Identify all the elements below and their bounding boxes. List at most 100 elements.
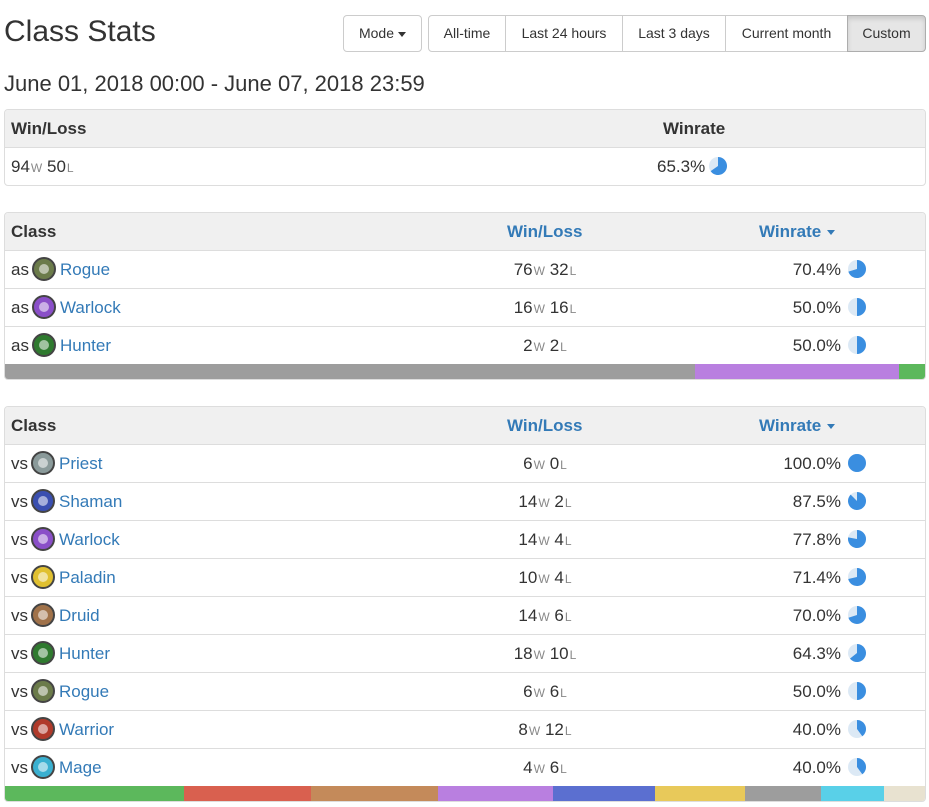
row-winrate: 100.0%: [783, 454, 841, 473]
winrate-pie-wrap: [844, 327, 867, 364]
row-wins: 6: [523, 682, 533, 701]
table-row: as Rogue 76W 32L 70.4%: [5, 250, 925, 288]
as-class-distribution-bar: [5, 364, 925, 379]
row-wins: 8: [518, 720, 528, 739]
distribution-segment: [438, 786, 554, 801]
table-row: as Hunter 2W 2L 50.0%: [5, 326, 925, 364]
table-row: vs Paladin 10W 4L 71.4%: [5, 558, 925, 596]
winrate-pie-icon: [848, 298, 866, 317]
winloss-cell: 2W 2L: [5, 327, 925, 366]
range-last-3-days-button[interactable]: Last 3 days: [622, 15, 726, 52]
row-winrate: 77.8%: [792, 530, 841, 549]
row-wins: 18: [513, 644, 533, 663]
summary-row: 94W 50L 65.3%: [5, 147, 925, 185]
range-custom-button[interactable]: Custom: [847, 15, 926, 52]
summary-panel: Win/Loss Winrate 94W 50L 65.3%: [4, 109, 926, 186]
winrate-pie-icon: [848, 530, 867, 549]
distribution-segment: [899, 364, 925, 379]
mode-dropdown-button[interactable]: Mode: [343, 15, 422, 52]
winrate-pie-wrap: [844, 673, 867, 710]
range-current-month-button[interactable]: Current month: [725, 15, 848, 52]
loss-suffix: L: [564, 534, 572, 548]
winloss-cell: 14W 4L: [5, 521, 925, 560]
summary-winrate-value: 65.3%: [657, 148, 728, 185]
winloss-cell: 14W 6L: [5, 597, 925, 636]
winloss-cell: 14W 2L: [5, 483, 925, 522]
range-last-24-hours-button[interactable]: Last 24 hours: [505, 15, 623, 52]
row-wins: 2: [523, 336, 533, 355]
winrate-cell: 70.0%: [793, 597, 841, 634]
winloss-cell: 10W 4L: [5, 559, 925, 598]
distribution-segment: [5, 364, 695, 379]
date-range-label: June 01, 2018 00:00 - June 07, 2018 23:5…: [4, 71, 425, 96]
vs-class-distribution-bar: [5, 786, 925, 801]
win-suffix: W: [528, 724, 541, 738]
as-winloss-sort[interactable]: Win/Loss: [507, 213, 582, 250]
win-suffix: W: [30, 161, 43, 175]
loss-suffix: L: [564, 496, 572, 510]
row-winrate: 87.5%: [792, 492, 841, 511]
loss-suffix: L: [560, 762, 567, 776]
winrate-cell: 77.8%: [793, 521, 841, 558]
table-row: vs Hunter 18W 10L 64.3%: [5, 634, 925, 672]
win-suffix: W: [533, 686, 545, 700]
winloss-cell: 4W 6L: [5, 749, 925, 788]
summary-losses: 50: [46, 157, 66, 176]
table-row: vs Warlock 14W 4L 77.8%: [5, 520, 925, 558]
row-losses: 32: [549, 260, 569, 279]
winrate-pie-icon: [848, 568, 867, 587]
loss-suffix: L: [560, 340, 567, 354]
table-row: vs Priest 6W 0L 100.0%: [5, 444, 925, 482]
winrate-pie-icon: [848, 336, 866, 355]
winrate-cell: 40.0%: [793, 711, 841, 748]
row-winrate: 70.4%: [792, 260, 841, 279]
row-losses: 4: [554, 568, 564, 587]
winrate-pie-icon: [848, 720, 866, 739]
table-row: vs Mage 4W 6L 40.0%: [5, 748, 925, 786]
row-winrate: 50.0%: [792, 336, 841, 355]
winrate-pie-icon: [848, 758, 866, 777]
row-winrate: 64.3%: [792, 644, 841, 663]
vs-winrate-sort[interactable]: Winrate: [759, 407, 836, 444]
row-wins: 16: [513, 298, 533, 317]
as-winrate-label: Winrate: [759, 222, 822, 241]
loss-suffix: L: [569, 302, 577, 316]
vs-winloss-sort[interactable]: Win/Loss: [507, 407, 582, 444]
winrate-cell: 50.0%: [793, 289, 841, 326]
win-suffix: W: [538, 610, 550, 624]
winrate-pie-icon: [848, 454, 866, 473]
winrate-pie-wrap: [844, 289, 867, 326]
row-winrate: 40.0%: [792, 758, 841, 777]
chevron-down-icon: [398, 31, 407, 37]
win-suffix: W: [538, 496, 550, 510]
winrate-cell: 50.0%: [793, 673, 841, 710]
row-winrate: 70.0%: [792, 606, 841, 625]
winrate-cell: 70.4%: [793, 251, 841, 288]
winloss-cell: 76W 32L: [5, 251, 925, 290]
table-row: vs Warrior 8W 12L 40.0%: [5, 710, 925, 748]
distribution-segment: [553, 786, 656, 801]
summary-winrate-header: Winrate: [663, 119, 726, 138]
row-wins: 14: [518, 492, 538, 511]
loss-suffix: L: [564, 724, 572, 738]
winrate-pie-wrap: [844, 635, 867, 672]
distribution-segment: [744, 786, 821, 801]
loss-suffix: L: [66, 161, 74, 175]
as-winrate-sort[interactable]: Winrate: [759, 213, 836, 250]
winrate-pie-wrap: [844, 597, 867, 634]
row-wins: 14: [518, 530, 538, 549]
sort-desc-icon: [827, 230, 836, 236]
range-all-time-button[interactable]: All-time: [428, 15, 506, 52]
winrate-pie-icon: [848, 492, 867, 511]
row-wins: 14: [518, 606, 538, 625]
distribution-segment: [821, 786, 885, 801]
row-wins: 10: [518, 568, 538, 587]
row-losses: 12: [544, 720, 564, 739]
mode-label: Mode: [358, 25, 395, 41]
summary-header-row: Win/Loss Winrate: [5, 110, 925, 147]
winrate-pie-icon: [709, 157, 728, 176]
win-suffix: W: [538, 572, 550, 586]
winrate-cell: 71.4%: [793, 559, 841, 596]
loss-suffix: L: [569, 648, 577, 662]
winloss-cell: 6W 6L: [5, 673, 925, 712]
